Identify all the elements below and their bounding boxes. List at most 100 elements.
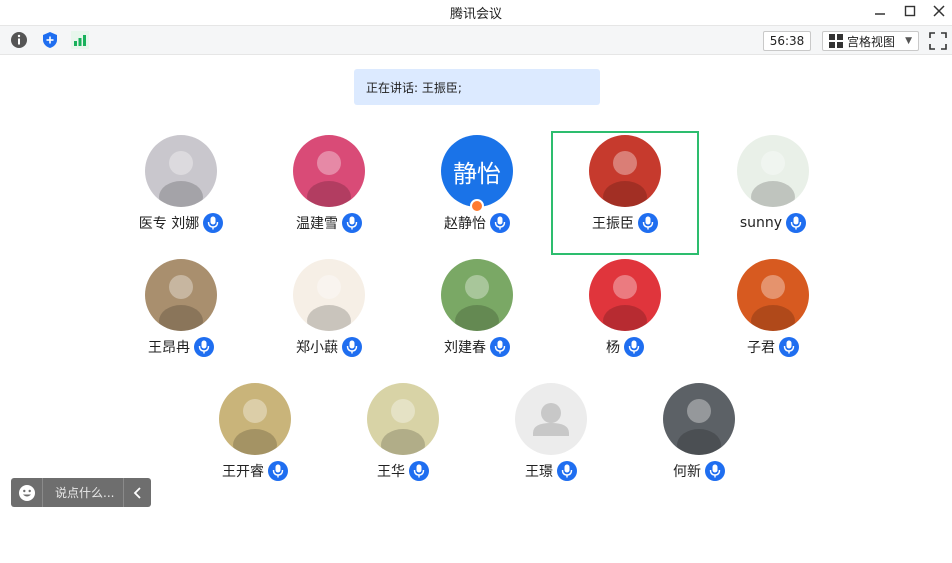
security-button[interactable] <box>40 30 60 50</box>
avatar-photo <box>603 151 647 207</box>
mic-icon <box>413 464 425 478</box>
caret-down-icon: ▼ <box>905 36 912 46</box>
emoji-icon <box>18 484 35 501</box>
participant-avatar <box>515 383 587 455</box>
mic-status <box>203 213 224 233</box>
mic-status <box>268 461 288 481</box>
participant-name: 王昂冉 <box>148 340 190 356</box>
mic-status <box>342 213 362 233</box>
fullscreen-button[interactable] <box>929 32 947 50</box>
mic-icon <box>198 340 210 354</box>
avatar-photo <box>677 399 721 455</box>
chat-bar[interactable]: 说点什么... <box>11 478 151 507</box>
mic-status <box>624 337 644 357</box>
participant-avatar <box>145 259 217 331</box>
mic-icon <box>346 216 358 230</box>
grid-icon <box>829 34 843 48</box>
participant-name-row: 杨 <box>551 337 699 357</box>
participant-tile[interactable]: 王璟 <box>477 379 625 503</box>
view-mode-dropdown[interactable]: 宫格视图 ▼ <box>822 31 919 51</box>
participant-name-row: 子君 <box>699 337 847 357</box>
participant-tile[interactable]: 何新 <box>625 379 773 503</box>
participant-name: 医专 刘娜 <box>138 216 200 232</box>
avatar-photo <box>603 275 647 331</box>
participant-name-row: 何新 <box>625 461 773 481</box>
meeting-toolbar: 56:38 宫格视图 ▼ <box>0 25 952 55</box>
mic-icon <box>790 216 802 230</box>
participant-tile[interactable]: 刘建春 <box>403 255 551 379</box>
info-button[interactable] <box>9 30 29 50</box>
chat-input[interactable]: 说点什么... <box>43 484 123 501</box>
mic-status <box>490 337 510 357</box>
mic-icon <box>494 340 506 354</box>
minimize-button[interactable] <box>869 2 891 20</box>
participant-tile[interactable]: 王开睿 <box>181 379 329 503</box>
mic-status <box>779 337 799 357</box>
participant-avatar: 静怡 <box>441 135 513 207</box>
network-button[interactable] <box>70 30 90 50</box>
mic-status <box>194 337 214 357</box>
participant-tile[interactable]: 王昂冉 <box>107 255 255 379</box>
mic-status <box>557 461 577 481</box>
participant-tile[interactable]: 杨 <box>551 255 699 379</box>
participant-name: 杨 <box>606 340 620 356</box>
emoji-button[interactable] <box>11 478 43 507</box>
participant-tile[interactable]: 医专 刘娜 <box>107 131 255 255</box>
participant-tile[interactable]: sunny <box>699 131 847 255</box>
participant-avatar <box>219 383 291 455</box>
info-icon <box>11 32 27 48</box>
participant-name: 子君 <box>747 340 775 356</box>
participant-name-row: 王华 <box>329 461 477 481</box>
close-button[interactable] <box>928 2 950 20</box>
participant-avatar <box>737 259 809 331</box>
mic-icon <box>642 216 654 230</box>
participant-avatar <box>589 135 661 207</box>
avatar-photo <box>159 151 203 207</box>
participant-avatar <box>293 135 365 207</box>
signal-icon <box>71 31 89 49</box>
avatar-initials: 静怡 <box>453 159 501 188</box>
maximize-icon <box>904 5 916 17</box>
mic-status <box>490 213 510 233</box>
participant-name-row: 王昂冉 <box>107 337 255 357</box>
avatar-photo <box>159 275 203 331</box>
participant-avatar <box>663 383 735 455</box>
avatar-photo <box>233 399 277 455</box>
meeting-timer: 56:38 <box>763 31 811 51</box>
title-bar: 腾讯会议 <box>0 0 952 24</box>
participant-name: 刘建春 <box>444 340 486 356</box>
mic-status <box>705 461 725 481</box>
mic-status <box>342 337 362 357</box>
participant-name-row: 赵静怡 <box>403 213 551 233</box>
participant-name-row: 刘建春 <box>403 337 551 357</box>
maximize-button[interactable] <box>899 2 921 20</box>
mic-icon <box>346 340 358 354</box>
participant-avatar <box>441 259 513 331</box>
mic-icon <box>494 216 506 230</box>
host-badge-icon <box>470 199 484 213</box>
participant-name: 王振臣 <box>592 216 634 232</box>
participant-tile[interactable]: 郑小蕻 <box>255 255 403 379</box>
speaking-indicator: 正在讲话: 王振臣; <box>354 69 600 105</box>
participant-name: 郑小蕻 <box>296 340 338 356</box>
participant-tile[interactable]: 王振臣 <box>551 131 699 255</box>
close-icon <box>933 5 945 17</box>
participant-tile[interactable]: 静怡赵静怡 <box>403 131 551 255</box>
participant-tile[interactable]: 王华 <box>329 379 477 503</box>
avatar-photo <box>307 275 351 331</box>
participant-tile[interactable]: 温建雪 <box>255 131 403 255</box>
participant-name: 赵静怡 <box>444 216 486 232</box>
participant-avatar <box>367 383 439 455</box>
mic-status <box>409 461 429 481</box>
participant-name-row: 温建雪 <box>255 213 403 233</box>
participant-avatar <box>737 135 809 207</box>
collapse-chat-button[interactable] <box>123 478 151 507</box>
participant-tile[interactable]: 子君 <box>699 255 847 379</box>
mic-icon <box>272 464 284 478</box>
avatar-photo <box>381 399 425 455</box>
participant-name: 王璟 <box>525 464 553 480</box>
participant-name-row: 王开睿 <box>181 461 329 481</box>
mic-icon <box>628 340 640 354</box>
window-title: 腾讯会议 <box>449 7 502 22</box>
participant-name: 王开睿 <box>222 464 264 480</box>
